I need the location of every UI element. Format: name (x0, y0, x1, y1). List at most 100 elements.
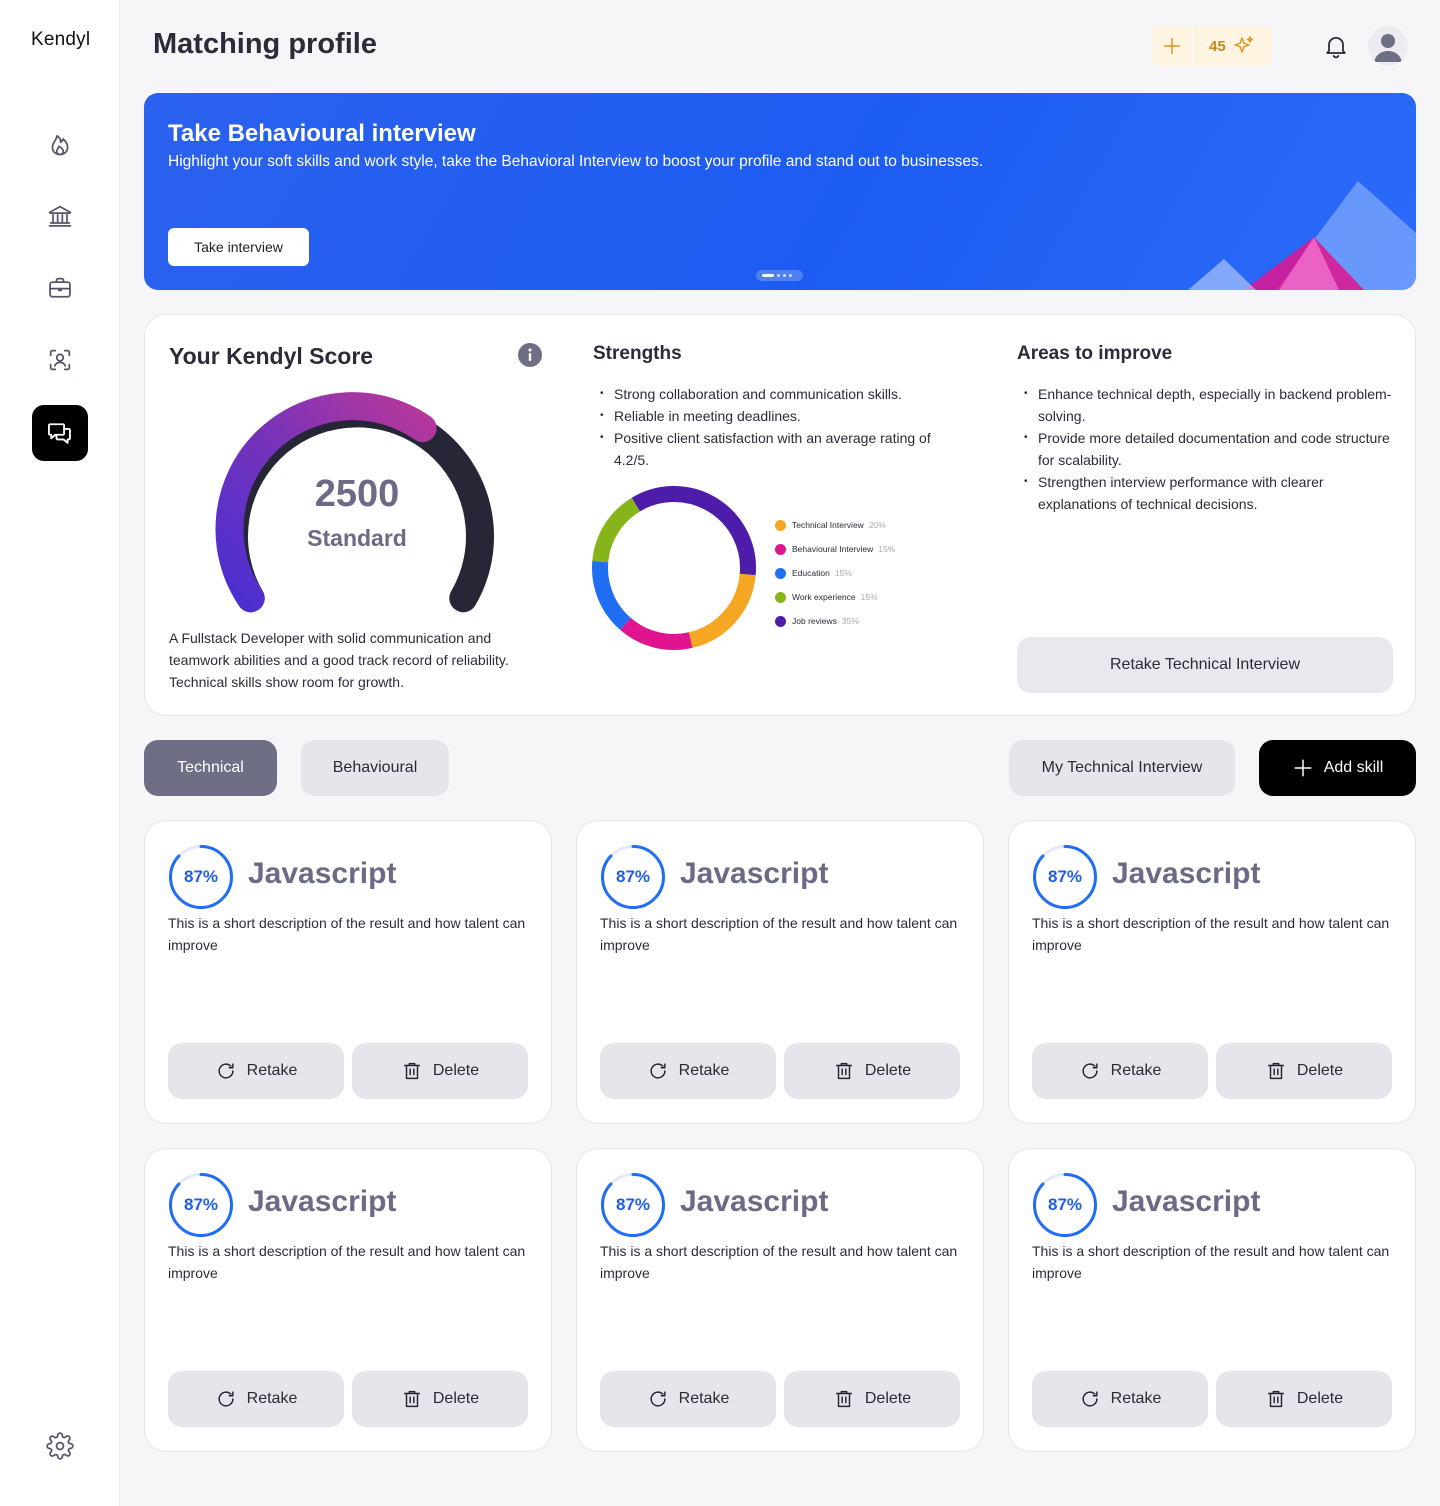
notification-bell-icon[interactable] (1322, 32, 1350, 60)
skill-description: This is a short description of the resul… (1032, 1243, 1390, 1281)
add-skill-button[interactable]: Add skill (1259, 740, 1416, 796)
banner-subtitle: Highlight your soft skills and work styl… (168, 153, 984, 170)
retake-button[interactable]: Retake (1032, 1043, 1208, 1099)
refresh-icon (650, 1063, 666, 1079)
delete-button[interactable]: Delete (1216, 1043, 1392, 1099)
list-item: Strong collaboration and communication s… (593, 383, 953, 405)
trash-icon (1267, 1062, 1284, 1080)
delete-button[interactable]: Delete (784, 1043, 960, 1099)
delete-button[interactable]: Delete (1216, 1371, 1392, 1427)
skill-card: 87% Javascript This is a short descripti… (576, 820, 984, 1124)
score-description: A Fullstack Developer with solid communi… (169, 630, 509, 690)
legend-label: Work experience (792, 592, 856, 602)
plus-icon (1294, 759, 1312, 777)
score-level: Standard (307, 525, 407, 551)
avatar[interactable] (1368, 26, 1408, 66)
retake-button[interactable]: Retake (600, 1043, 776, 1099)
sparkle-icon (1233, 36, 1253, 53)
score-breakdown-donut (592, 486, 756, 650)
kendyl-score-card: Your Kendyl Score 2500 Standard A Fullst… (144, 314, 1416, 716)
page-title: Matching profile (153, 28, 377, 60)
sidebar: Kendyl (0, 0, 120, 1506)
carousel-dot[interactable] (777, 274, 780, 277)
banner-illustration (1188, 181, 1416, 290)
strengths-list: Strong collaboration and communication s… (593, 383, 953, 471)
refresh-icon (1082, 1063, 1098, 1079)
sidebar-item-profile[interactable] (32, 332, 88, 388)
skill-description: This is a short description of the resul… (1032, 915, 1390, 953)
retake-button[interactable]: Retake (168, 1043, 344, 1099)
retake-button[interactable]: Retake (600, 1371, 776, 1427)
list-item: Strengthen interview performance with cl… (1017, 471, 1397, 515)
trash-icon (835, 1390, 852, 1408)
legend-dot (775, 519, 786, 531)
score-value: 2500 (314, 473, 400, 515)
banner-title: Take Behavioural interview (168, 120, 476, 147)
skill-percent: 87% (615, 1195, 651, 1214)
legend-item: Work experience 15% (775, 585, 895, 609)
legend-pct: 15% (878, 544, 896, 554)
trash-icon (403, 1390, 420, 1408)
list-item: Reliable in meeting deadlines. (593, 405, 953, 427)
legend-dot (775, 615, 786, 627)
skill-description: This is a short description of the resul… (600, 915, 958, 953)
logo[interactable]: Kendyl (31, 29, 90, 51)
skill-percent: 87% (1047, 1195, 1083, 1214)
sidebar-item-discover[interactable] (32, 116, 88, 172)
refresh-icon (1082, 1391, 1098, 1407)
profile-scan-icon (49, 349, 71, 371)
legend-item: Technical Interview 20% (775, 513, 895, 537)
improve-title: Areas to improve (1017, 343, 1173, 364)
plus-icon (1163, 37, 1181, 55)
carousel-dot-active[interactable] (762, 274, 774, 277)
skill-description: This is a short description of the resul… (168, 1243, 526, 1281)
legend-dot (775, 567, 786, 579)
chat-icon (47, 423, 71, 444)
settings-button[interactable] (32, 1418, 88, 1474)
retake-button[interactable]: Retake (1032, 1371, 1208, 1427)
delete-button[interactable]: Delete (784, 1371, 960, 1427)
skill-card: 87% Javascript This is a short descripti… (1008, 820, 1416, 1124)
gear-icon (46, 1432, 74, 1460)
refresh-icon (218, 1063, 234, 1079)
refresh-icon (218, 1391, 234, 1407)
retake-technical-interview-button[interactable]: Retake Technical Interview (1017, 637, 1393, 693)
my-technical-interview-button[interactable]: My Technical Interview (1009, 740, 1235, 796)
add-credits-button[interactable] (1152, 26, 1192, 66)
donut-segment (592, 560, 631, 630)
sidebar-item-jobs[interactable] (32, 260, 88, 316)
skill-name: Javascript (248, 857, 397, 890)
retake-button[interactable]: Retake (168, 1371, 344, 1427)
delete-label: Delete (432, 1390, 480, 1407)
tab-behavioural[interactable]: Behavioural (301, 740, 449, 796)
skill-percent: 87% (183, 867, 219, 886)
delete-label: Delete (432, 1062, 480, 1079)
retake-label: Retake (1110, 1390, 1162, 1407)
skill-name: Javascript (1112, 1185, 1261, 1218)
carousel-dot[interactable] (783, 274, 786, 277)
briefcase-icon (49, 277, 71, 298)
tab-technical[interactable]: Technical (144, 740, 277, 796)
legend-label: Job reviews (792, 616, 837, 626)
delete-button[interactable]: Delete (352, 1043, 528, 1099)
sidebar-item-chat[interactable] (32, 405, 88, 461)
info-icon[interactable] (518, 343, 542, 367)
flame-icon (51, 134, 69, 156)
retake-label: Retake (246, 1062, 298, 1079)
list-item: Enhance technical depth, especially in b… (1017, 383, 1397, 427)
refresh-icon (650, 1391, 666, 1407)
legend-item: Behavioural Interview 15% (775, 537, 895, 561)
carousel-dots[interactable] (756, 270, 803, 281)
sidebar-item-bank[interactable] (32, 188, 88, 244)
carousel-dot[interactable] (789, 274, 792, 277)
delete-button[interactable]: Delete (352, 1371, 528, 1427)
donut-segment (592, 497, 641, 563)
legend-label: Technical Interview (792, 520, 864, 530)
delete-label: Delete (864, 1062, 912, 1079)
retake-label: Retake (246, 1390, 298, 1407)
take-interview-button[interactable]: Take interview (168, 228, 309, 266)
promo-banner: Take Behavioural interview Highlight you… (144, 93, 1416, 290)
list-item: Positive client satisfaction with an ave… (593, 427, 953, 471)
skill-name: Javascript (680, 857, 829, 890)
legend-pct: 15% (834, 568, 852, 578)
